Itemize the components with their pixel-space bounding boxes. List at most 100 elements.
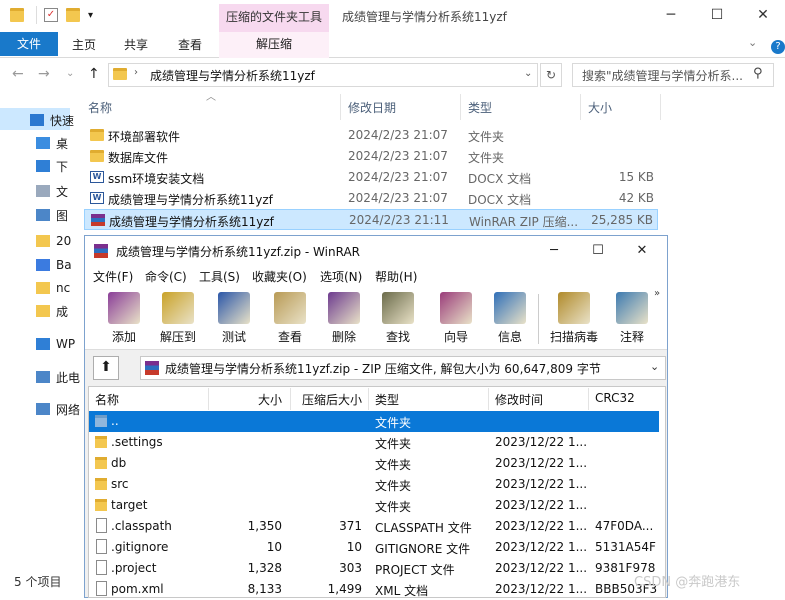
address-dropdown-icon[interactable]: ⌄ (524, 68, 532, 79)
tool-button-extract-to[interactable]: 解压到 (150, 290, 206, 348)
file-row[interactable]: W 成绩管理与学情分析系统11yzf 2024/2/23 21:07 DOCX 文档 4… (84, 188, 658, 209)
computer-icon (36, 371, 50, 383)
archive-row[interactable]: .gitignore 10 10 GITIGNORE 文件 2023/12/22 1..… (89, 537, 659, 558)
archive-type: GITIGNORE 文件 (375, 542, 471, 556)
file-row[interactable]: Wssm环境安装文档 2024/2/23 21:07 DOCX 文档 15 KB (84, 167, 658, 188)
sidebar-item[interactable]: 20 (36, 230, 71, 252)
sidebar-item-label: 20 (56, 234, 72, 248)
tool-button-info[interactable]: 信息 (482, 290, 538, 348)
file-row[interactable]: 成绩管理与学情分析系统11yzf 2024/2/23 21:11 WinRAR ZI… (84, 209, 658, 230)
file-row[interactable]: 环境部署软件 2024/2/23 21:07 文件夹 (84, 125, 658, 146)
chevron-down-icon[interactable]: ▾ (88, 10, 102, 24)
tool-button-comment[interactable]: 注释 (604, 290, 660, 348)
winrar-maximize-button[interactable]: ☐ (576, 237, 620, 265)
winrar-menu-item[interactable]: 收藏夹(O) (252, 268, 307, 285)
tab-file[interactable]: 文件 (0, 32, 58, 56)
sidebar-item[interactable]: WP (36, 333, 75, 355)
winrar-menu-item[interactable]: 工具(S) (199, 268, 240, 285)
tool-button-add-archive[interactable]: 添加 (96, 290, 152, 348)
refresh-button[interactable]: ↻ (540, 63, 562, 87)
file-size: 25,285 KB (591, 213, 653, 227)
winrar-menu-item[interactable]: 帮助(H) (375, 268, 417, 285)
sidebar-item[interactable]: Ba (36, 254, 72, 276)
winrar-menu-item[interactable]: 命令(C) (145, 268, 187, 285)
archive-size: 8,133 (247, 582, 282, 596)
archive-row[interactable]: target 文件夹 2023/12/22 1... (89, 495, 659, 516)
tool-label: 删除 (331, 330, 356, 344)
minimize-button[interactable]: ─ (648, 0, 694, 30)
comment-icon (616, 292, 648, 324)
tool-button-virus-scan[interactable]: 扫描病毒 (546, 290, 602, 348)
column-header-date[interactable]: 修改日期 (348, 99, 396, 116)
tool-button-wizard[interactable]: 向导 (428, 290, 484, 348)
tool-button-test[interactable]: 测试 (206, 290, 262, 348)
up-folder-button[interactable]: ⬆ (93, 356, 119, 380)
file-icon (96, 539, 107, 554)
ribbon-expand-icon[interactable]: ⌄ (748, 36, 757, 49)
divider (368, 388, 369, 410)
tab-share[interactable]: 共享 (124, 36, 148, 53)
close-button[interactable]: ✕ (740, 0, 785, 30)
forward-icon[interactable]: → (38, 66, 50, 82)
archive-name: .gitignore (111, 540, 169, 554)
help-icon[interactable]: ? (771, 40, 785, 54)
tool-button-find[interactable]: 查找 (370, 290, 426, 348)
new-folder-icon[interactable] (66, 8, 80, 22)
archive-row[interactable]: .classpath 1,350 371 CLASSPATH 文件 2023/12/22… (89, 516, 659, 537)
winrar-menu-item[interactable]: 文件(F) (93, 268, 133, 285)
archive-row[interactable]: .settings 文件夹 2023/12/22 1... (89, 432, 659, 453)
archive-row[interactable]: pom.xml 8,133 1,499 XML 文档 2023/12/22 1... BB… (89, 579, 659, 600)
folder-icon (10, 8, 24, 22)
rar-column-type[interactable]: 类型 (375, 391, 399, 408)
rar-column-crc[interactable]: CRC32 (595, 391, 635, 405)
column-header-type[interactable]: 类型 (468, 99, 492, 116)
tool-button-delete[interactable]: 删除 (316, 290, 372, 348)
tool-label: 添加 (111, 330, 136, 344)
column-header-size[interactable]: 大小 (588, 99, 612, 116)
winrar-close-button[interactable]: ✕ (620, 237, 664, 265)
sidebar-item[interactable]: 网络 (36, 398, 80, 420)
archive-modified: 2023/12/22 1... (495, 435, 588, 449)
back-icon[interactable]: ← (12, 66, 24, 82)
tab-home[interactable]: 主页 (72, 36, 96, 53)
archive-type: 文件夹 (375, 458, 412, 472)
maximize-button[interactable]: ☐ (694, 0, 740, 30)
tool-label: 查看 (277, 330, 302, 344)
chevron-down-icon[interactable]: ⌄ (650, 360, 659, 373)
rar-column-name[interactable]: 名称 (95, 391, 119, 408)
sidebar-item[interactable]: 桌 (36, 132, 68, 154)
sidebar-item[interactable]: nc (36, 277, 70, 299)
chevron-right-icon[interactable]: › (134, 67, 138, 78)
sidebar-item[interactable]: 快速 (30, 109, 74, 131)
rar-column-size[interactable]: 大小 (258, 391, 282, 408)
archive-packed: 10 (346, 540, 362, 554)
sidebar-item[interactable]: 成 (36, 300, 68, 322)
properties-icon[interactable]: ✓ (44, 8, 58, 22)
column-header-name[interactable]: 名称 (88, 99, 112, 116)
sidebar-item[interactable]: 图 (36, 204, 68, 226)
archive-type: PROJECT 文件 (375, 563, 455, 577)
search-icon[interactable]: ⚲ (753, 66, 763, 81)
recent-chevron-icon[interactable]: ⌄ (66, 68, 74, 79)
winrar-minimize-button[interactable]: ─ (532, 237, 576, 265)
tab-view[interactable]: 查看 (178, 36, 202, 53)
rar-column-modified[interactable]: 修改时间 (495, 391, 543, 408)
archive-row[interactable]: .. 文件夹 (89, 411, 659, 432)
archive-row[interactable]: src 文件夹 2023/12/22 1... (89, 474, 659, 495)
archive-row[interactable]: .project 1,328 303 PROJECT 文件 2023/12/22 1..… (89, 558, 659, 579)
rar-column-packed[interactable]: 压缩后大小 (302, 391, 362, 408)
toolbar-overflow-icon[interactable]: » (654, 288, 660, 299)
archive-row[interactable]: db 文件夹 2023/12/22 1... (89, 453, 659, 474)
winrar-menu-item[interactable]: 选项(N) (320, 268, 362, 285)
delete-icon (328, 292, 360, 324)
sidebar-item[interactable]: 文 (36, 180, 68, 202)
file-icon (96, 518, 107, 533)
sidebar-item[interactable]: 下 (36, 155, 68, 177)
sidebar-item[interactable]: 此电 (36, 366, 80, 388)
tool-button-view[interactable]: 查看 (262, 290, 318, 348)
file-row[interactable]: 数据库文件 2024/2/23 21:07 文件夹 (84, 146, 658, 167)
up-icon[interactable]: ↑ (88, 66, 100, 82)
file-name: 数据库文件 (108, 151, 169, 165)
tab-extract[interactable]: 解压缩 (219, 32, 329, 58)
tool-label: 注释 (619, 330, 644, 344)
